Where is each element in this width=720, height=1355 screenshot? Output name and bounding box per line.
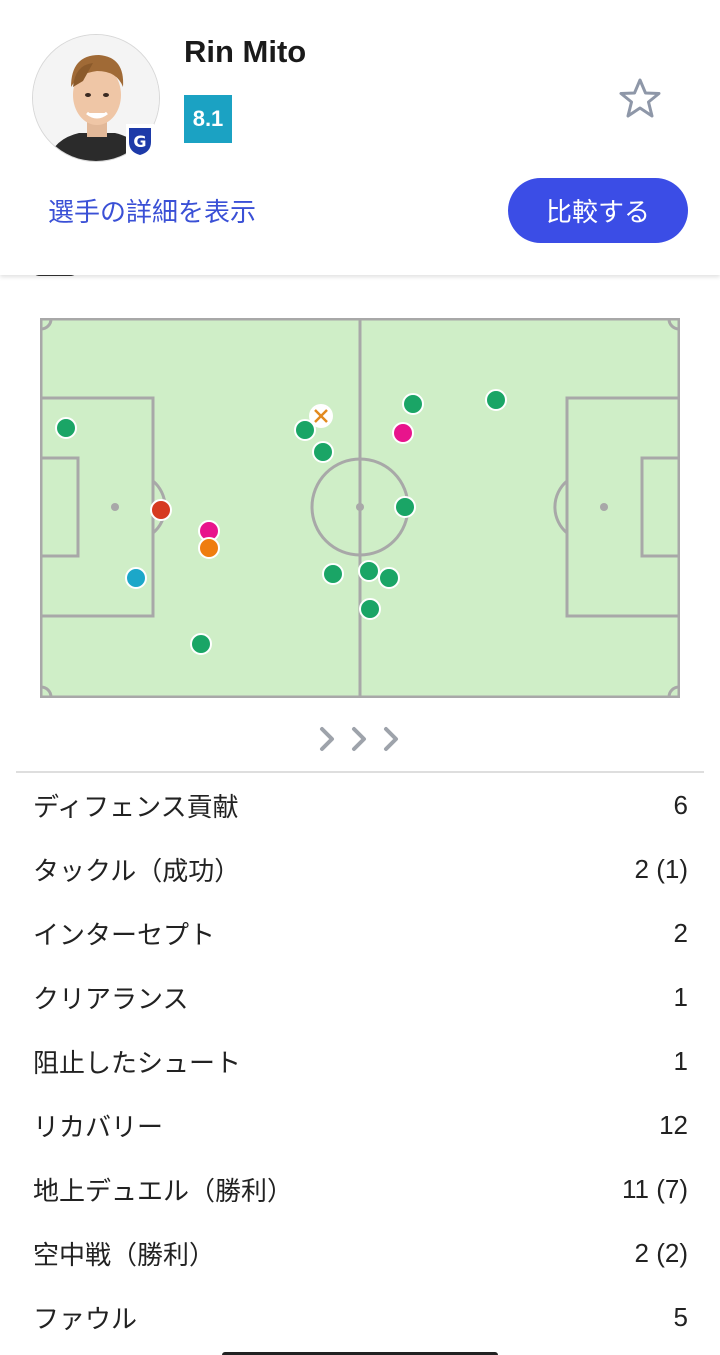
player-name: Rin Mito: [184, 34, 307, 69]
stat-value: 2 (2): [634, 1237, 688, 1268]
action-marker-green: [190, 633, 212, 655]
stat-label: 阻止したシュート: [33, 1048, 242, 1079]
action-marker-cross: [309, 404, 333, 428]
compare-button[interactable]: 比較する: [508, 178, 688, 243]
player-details-link[interactable]: 選手の詳細を表示: [48, 192, 256, 229]
left-penalty-spot: [111, 503, 119, 511]
stat-label: ファウル: [33, 1304, 138, 1335]
svg-text:G: G: [133, 132, 146, 151]
action-marker-green: [359, 598, 381, 620]
stat-row-defensive-contribution: ディフェンス貢献 6: [0, 773, 720, 837]
action-marker-green: [485, 389, 507, 411]
stat-value: 5: [673, 1301, 688, 1332]
action-marker-green: [394, 496, 416, 518]
rating-badge: 8.1: [184, 95, 232, 143]
center-spot: [356, 503, 364, 511]
action-marker-green: [55, 417, 77, 439]
action-marker-cyan: [125, 567, 147, 589]
stat-row-tackles: タックル（成功） 2 (1): [0, 837, 720, 901]
right-penalty-spot: [600, 503, 608, 511]
action-marker-red: [150, 499, 172, 521]
stat-value: 1: [673, 981, 688, 1012]
action-marker-green: [358, 560, 380, 582]
stat-value: 2: [673, 917, 688, 948]
defense-stats-list: ディフェンス貢献 6 タックル（成功） 2 (1) インターセプト 2 クリアラ…: [0, 773, 720, 1349]
stat-row-fouls: ファウル 5: [0, 1285, 720, 1349]
pitch-action-map: [40, 318, 680, 698]
action-marker-green: [378, 567, 400, 589]
stat-value: 11 (7): [622, 1173, 688, 1204]
stat-row-interceptions: インターセプト 2: [0, 901, 720, 965]
stat-label: インターセプト: [33, 920, 216, 951]
pitch-direction-arrows-icon: [320, 727, 398, 751]
stat-label: クリアランス: [33, 984, 189, 1015]
action-marker-orange: [198, 537, 220, 559]
stat-row-aerial-duels: 空中戦（勝利） 2 (2): [0, 1221, 720, 1285]
stat-value: 2 (1): [634, 853, 688, 884]
action-marker-green: [312, 441, 334, 463]
stat-value: 6: [673, 789, 688, 820]
stat-label: タックル（成功）: [33, 856, 241, 887]
stat-label: 空中戦（勝利）: [33, 1240, 216, 1271]
stat-value: 1: [673, 1045, 688, 1076]
favorite-star-icon[interactable]: [617, 76, 663, 122]
stat-row-ground-duels: 地上デュエル（勝利） 11 (7): [0, 1157, 720, 1221]
action-marker-pink: [392, 422, 414, 444]
stat-row-clearances: クリアランス 1: [0, 965, 720, 1029]
stat-value: 12: [659, 1109, 688, 1140]
team-badge-icon: G: [126, 124, 154, 156]
stat-label: リカバリー: [33, 1112, 164, 1143]
stat-label: 地上デュエル（勝利）: [33, 1176, 294, 1207]
action-marker-green: [402, 393, 424, 415]
stat-row-blocked-shots: 阻止したシュート 1: [0, 1029, 720, 1093]
player-header: G Rin Mito 8.1 選手の詳細を表示 比較する: [0, 0, 720, 275]
stat-row-recoveries: リカバリー 12: [0, 1093, 720, 1157]
action-marker-green: [322, 563, 344, 585]
stat-label: ディフェンス貢献: [33, 792, 239, 823]
